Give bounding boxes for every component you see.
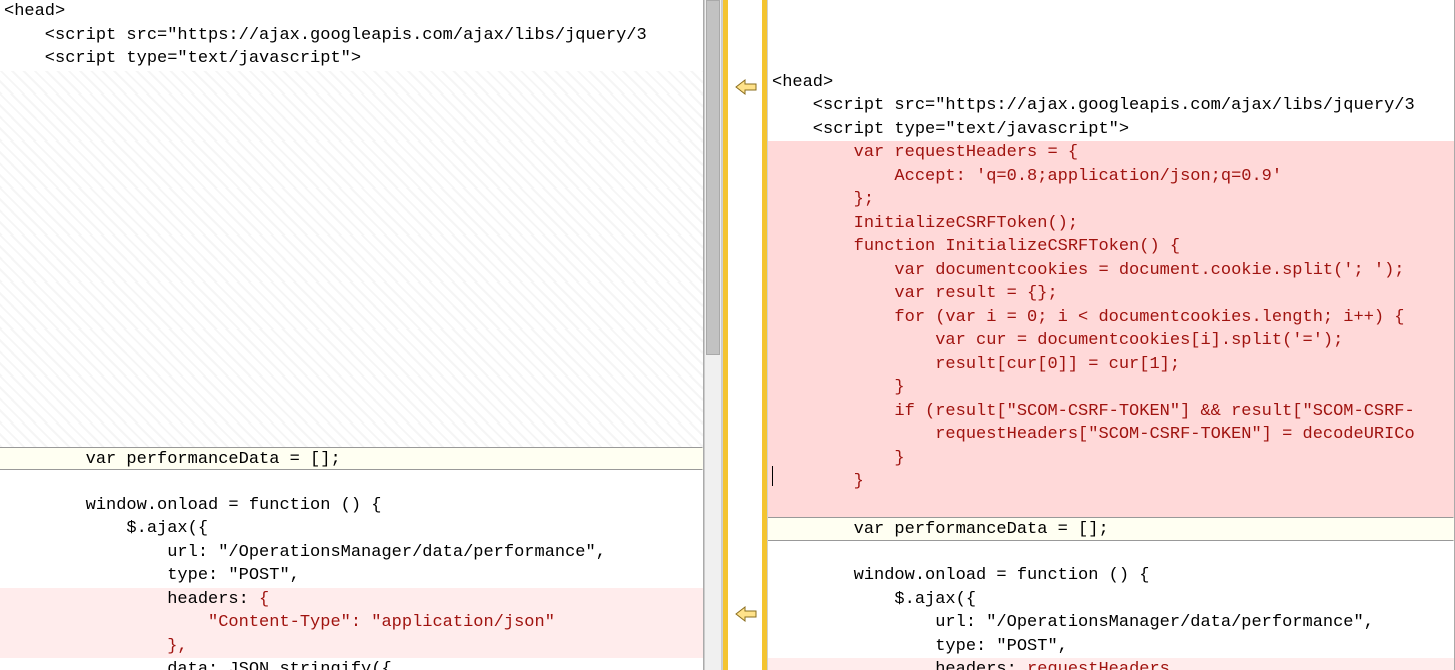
right-line[interactable]: var result = {};	[768, 282, 1454, 306]
gutter-edge-right	[762, 0, 767, 670]
merge-arrow-left-icon[interactable]	[735, 605, 757, 623]
right-line[interactable]: }	[768, 447, 1454, 471]
right-line[interactable]: var requestHeaders = {	[768, 141, 1454, 165]
left-line[interactable]	[0, 165, 703, 189]
right-line[interactable]: type: "POST",	[768, 635, 1454, 659]
left-line[interactable]	[0, 282, 703, 306]
left-line[interactable]	[0, 423, 703, 447]
text-caret	[772, 466, 773, 486]
right-pane[interactable]: <head> <script src="https://ajax.googlea…	[768, 0, 1455, 670]
left-line[interactable]: <head>	[0, 0, 703, 24]
right-line[interactable]: $.ajax({	[768, 588, 1454, 612]
diff-gutter	[722, 0, 768, 670]
merge-arrow-left-icon[interactable]	[735, 78, 757, 96]
right-line[interactable]: <head>	[768, 71, 1454, 95]
right-line-segment: requestHeaders,	[1027, 660, 1180, 670]
left-line[interactable]	[0, 376, 703, 400]
right-line[interactable]: };	[768, 188, 1454, 212]
right-line[interactable]: InitializeCSRFToken();	[768, 212, 1454, 236]
left-line[interactable]: type: "POST",	[0, 564, 703, 588]
right-code-area[interactable]: <head> <script src="https://ajax.googlea…	[768, 0, 1454, 670]
left-line[interactable]	[0, 329, 703, 353]
left-line[interactable]: var performanceData = [];	[0, 447, 703, 471]
right-line[interactable]: window.onload = function () {	[768, 564, 1454, 588]
gutter-edge-left	[723, 0, 728, 670]
left-line[interactable]: <script src="https://ajax.googleapis.com…	[0, 24, 703, 48]
left-line-segment: headers:	[4, 590, 259, 609]
left-line[interactable]: $.ajax({	[0, 517, 703, 541]
left-line[interactable]: "Content-Type": "application/json"	[0, 611, 703, 635]
right-line[interactable]: <script type="text/javascript">	[768, 118, 1454, 142]
right-line[interactable]	[768, 541, 1454, 565]
right-line[interactable]: var documentcookies = document.cookie.sp…	[768, 259, 1454, 283]
left-line[interactable]	[0, 71, 703, 95]
right-line[interactable]: if (result["SCOM-CSRF-TOKEN"] && result[…	[768, 400, 1454, 424]
left-line[interactable]: headers: {	[0, 588, 703, 612]
left-line[interactable]	[0, 400, 703, 424]
left-line[interactable]	[0, 235, 703, 259]
left-line[interactable]	[0, 470, 703, 494]
right-line[interactable]: headers: requestHeaders,	[768, 658, 1454, 670]
left-code-area[interactable]: <head> <script src="https://ajax.googlea…	[0, 0, 703, 670]
left-line[interactable]	[0, 188, 703, 212]
left-line[interactable]	[0, 353, 703, 377]
left-line[interactable]	[0, 118, 703, 142]
left-line[interactable]	[0, 212, 703, 236]
left-line[interactable]	[0, 141, 703, 165]
right-line[interactable]: Accept: 'q=0.8;application/json;q=0.9'	[768, 165, 1454, 189]
left-line[interactable]: url: "/OperationsManager/data/performanc…	[0, 541, 703, 565]
right-line[interactable]: <script src="https://ajax.googleapis.com…	[768, 94, 1454, 118]
left-line[interactable]	[0, 94, 703, 118]
right-line[interactable]: var cur = documentcookies[i].split('=');	[768, 329, 1454, 353]
left-line[interactable]: window.onload = function () {	[0, 494, 703, 518]
left-line[interactable]: data: JSON.stringify({	[0, 658, 703, 670]
vertical-scrollbar[interactable]	[704, 0, 722, 670]
right-line[interactable]: url: "/OperationsManager/data/performanc…	[768, 611, 1454, 635]
right-line[interactable]: function InitializeCSRFToken() {	[768, 235, 1454, 259]
left-line[interactable]: },	[0, 635, 703, 659]
scrollbar-thumb[interactable]	[706, 0, 720, 355]
left-line[interactable]	[0, 259, 703, 283]
diff-viewer: <head> <script src="https://ajax.googlea…	[0, 0, 1455, 670]
left-line[interactable]: <script type="text/javascript">	[0, 47, 703, 71]
right-line[interactable]: }	[768, 376, 1454, 400]
right-line[interactable]: result[cur[0]] = cur[1];	[768, 353, 1454, 377]
right-line[interactable]: requestHeaders["SCOM-CSRF-TOKEN"] = deco…	[768, 423, 1454, 447]
right-line[interactable]	[768, 494, 1454, 518]
right-line[interactable]: }	[768, 470, 1454, 494]
right-line-segment: headers:	[772, 660, 1027, 670]
left-pane[interactable]: <head> <script src="https://ajax.googlea…	[0, 0, 704, 670]
right-line[interactable]: var performanceData = [];	[768, 517, 1454, 541]
left-line[interactable]	[0, 306, 703, 330]
left-line-segment: {	[259, 590, 269, 609]
right-line[interactable]: for (var i = 0; i < documentcookies.leng…	[768, 306, 1454, 330]
